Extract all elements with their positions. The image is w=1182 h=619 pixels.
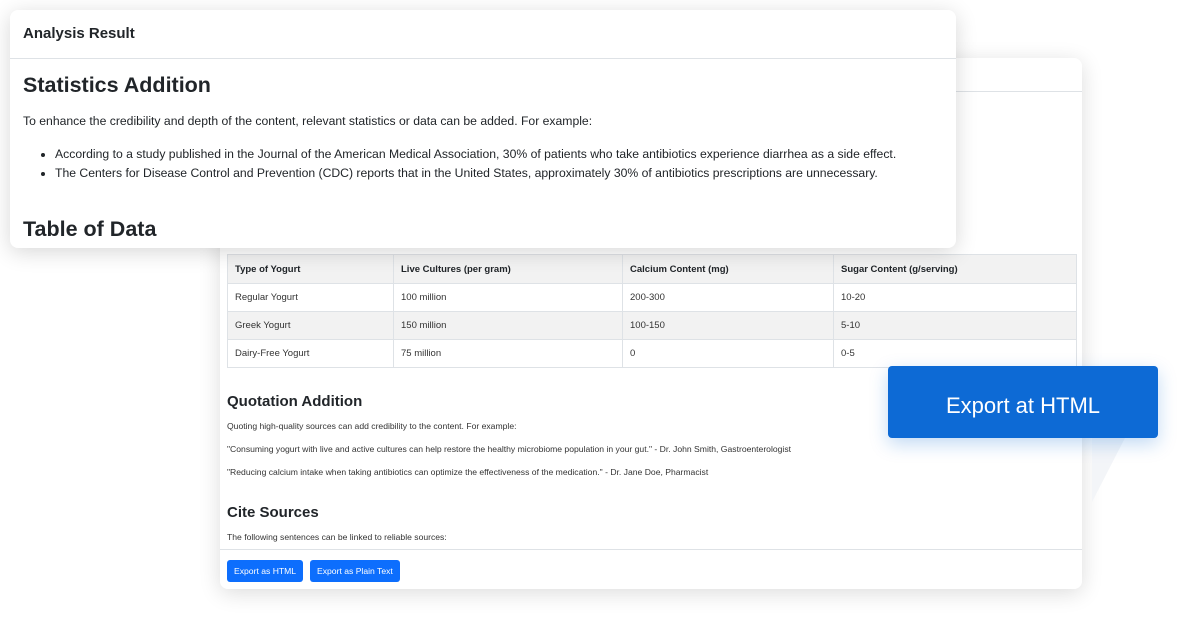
cite-sources-intro: The following sentences can be linked to… [227,532,447,542]
table-cell: 150 million [393,311,623,340]
quotation-intro: Quoting high-quality sources can add cre… [227,421,517,431]
table-header-row: Type of Yogurt Live Cultures (per gram) … [227,254,1077,284]
table-cell: Greek Yogurt [227,311,394,340]
table-cell: 10-20 [833,283,1077,312]
table-cell: 100 million [393,283,623,312]
statistics-heading: Statistics Addition [23,73,211,97]
table-cell: 0-5 [833,339,1077,368]
table-row: Dairy-Free Yogurt 75 million 0 0-5 [227,339,1077,368]
cite-sources-heading: Cite Sources [227,504,319,521]
table-cell: 100-150 [622,311,834,340]
column-header: Sugar Content (g/serving) [833,254,1077,284]
column-header: Live Cultures (per gram) [393,254,623,284]
yogurt-data-table: Type of Yogurt Live Cultures (per gram) … [227,254,1077,368]
table-row: Regular Yogurt 100 million 200-300 10-20 [227,283,1077,312]
table-cell: 0 [622,339,834,368]
quotation-item: "Consuming yogurt with live and active c… [227,444,792,454]
table-cell: 75 million [393,339,623,368]
callout-pointer [1092,436,1126,502]
list-item: The Centers for Disease Control and Prev… [55,165,896,181]
column-header: Calcium Content (mg) [622,254,834,284]
table-row: Greek Yogurt 150 million 100-150 5-10 [227,311,1077,340]
quotation-item: "Reducing calcium intake when taking ant… [227,467,709,477]
analysis-result-panel-front: Analysis Result Statistics Addition To e… [10,10,956,248]
table-of-data-heading: Table of Data [23,217,157,241]
statistics-list: According to a study published in the Jo… [23,146,896,184]
list-item: According to a study published in the Jo… [55,146,896,162]
export-html-button[interactable]: Export as HTML [227,560,304,582]
export-plain-text-button[interactable]: Export as Plain Text [310,560,400,582]
table-cell: 5-10 [833,311,1077,340]
panel-footer: Export as HTML Export as Plain Text [220,549,1082,589]
column-header: Type of Yogurt [227,254,394,284]
statistics-intro: To enhance the credibility and depth of … [23,114,593,128]
quotation-heading: Quotation Addition [227,393,363,410]
table-cell: 200-300 [622,283,834,312]
table-cell: Dairy-Free Yogurt [227,339,394,368]
export-html-callout: Export at HTML [888,366,1158,438]
panel-header-title: Analysis Result [10,10,956,59]
stage: Type of Yogurt Live Cultures (per gram) … [0,0,1182,619]
table-cell: Regular Yogurt [227,283,394,312]
